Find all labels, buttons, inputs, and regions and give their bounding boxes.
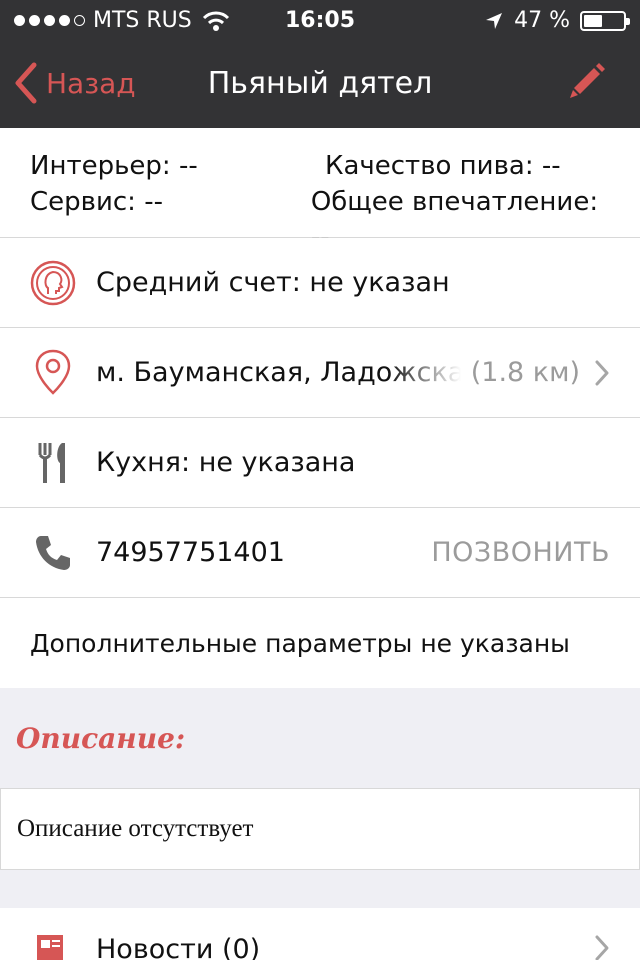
rating-beer-quality: Качество пива: -- <box>325 151 561 181</box>
phone-number: 74957751401 <box>96 537 285 568</box>
battery-percent: 47 % <box>514 8 570 33</box>
address-row[interactable]: м. Бауманская, Ладожская 1/2 (1.8 км) <box>0 328 640 418</box>
description-title: Описание: <box>16 721 186 755</box>
newspaper-icon <box>37 935 63 960</box>
phone-row: 74957751401 ПОЗВОНИТЬ <box>0 508 640 598</box>
description-text: Описание отсутствует <box>0 788 640 870</box>
address-text: м. Бауманская, Ладожская 1/2 <box>96 357 461 388</box>
location-arrow-icon <box>486 12 503 29</box>
ratings-panel: Интерьер: -- Качество пива: -- Сервис: -… <box>0 128 640 253</box>
cuisine-text: Кухня: не указана <box>96 447 356 478</box>
coin-head-icon <box>30 260 76 305</box>
distance-label: (1.8 км) <box>470 357 580 388</box>
pencil-icon <box>570 63 605 98</box>
call-button[interactable]: ПОЗВОНИТЬ <box>431 537 610 568</box>
navigation-bar: Назад Пьяный дятел <box>0 40 640 128</box>
content: Интерьер: -- Качество пива: -- Сервис: -… <box>0 128 640 960</box>
status-right: 47 % <box>484 8 630 33</box>
chevron-right-icon <box>595 360 609 385</box>
fork-knife-icon <box>38 442 65 483</box>
extra-params-text: Дополнительные параметры не указаны <box>0 598 640 688</box>
edit-button[interactable] <box>566 58 610 106</box>
avg-check-text: Средний счет: не указан <box>96 267 450 298</box>
chevron-right-icon <box>595 935 609 960</box>
battery-icon <box>580 10 630 31</box>
phone-icon <box>36 535 70 570</box>
page-title: Пьяный дятел <box>207 66 433 101</box>
top-bar: MTS RUS 16:05 47 % Назад Пьяный дятел <box>0 0 640 128</box>
map-pin-icon <box>35 349 71 395</box>
avg-check-row: Средний счет: не указан <box>0 238 640 328</box>
cuisine-row: Кухня: не указана <box>0 418 640 508</box>
news-label: Новости (0) <box>96 934 261 960</box>
status-bar: MTS RUS 16:05 47 % <box>0 0 640 40</box>
news-row[interactable]: Новости (0) <box>0 908 640 960</box>
battery-level <box>584 14 602 27</box>
description-header: Описание: <box>0 688 640 788</box>
rating-interior: Интерьер: -- <box>30 151 198 181</box>
